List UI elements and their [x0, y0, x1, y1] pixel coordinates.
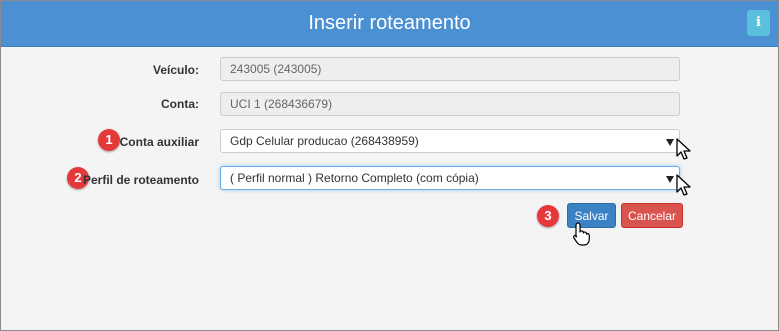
mouse-pointer-icon [676, 138, 691, 160]
perfil-roteamento-value: ( Perfil normal ) Retorno Completo (com … [230, 171, 479, 185]
veiculo-field: 243005 (243005) [220, 57, 680, 81]
chevron-down-icon [666, 176, 674, 183]
perfil-roteamento-label: Perfil de roteamento [82, 173, 199, 187]
cancel-button[interactable]: Cancelar [621, 203, 683, 228]
mouse-pointer-icon [676, 174, 691, 196]
hand-pointer-icon [573, 222, 590, 246]
dialog-header: Inserir roteamento i [1, 1, 778, 47]
step-badge-3: 3 [537, 205, 559, 227]
conta-auxiliar-select[interactable]: Gdp Celular producao (268438959) [220, 129, 680, 153]
dialog-title: Inserir roteamento [308, 12, 471, 34]
dialog-window: Inserir roteamento i Veículo: 243005 (24… [0, 0, 779, 331]
veiculo-label: Veículo: [152, 63, 199, 77]
chevron-down-icon [666, 139, 674, 146]
conta-auxiliar-value: Gdp Celular producao (268438959) [230, 134, 419, 148]
perfil-roteamento-select[interactable]: ( Perfil normal ) Retorno Completo (com … [220, 166, 680, 190]
conta-field: UCI 1 (268436679) [220, 92, 680, 116]
conta-label: Conta: [161, 97, 199, 111]
conta-auxiliar-label: Conta auxiliar [119, 135, 199, 149]
info-icon[interactable]: i [747, 10, 770, 36]
